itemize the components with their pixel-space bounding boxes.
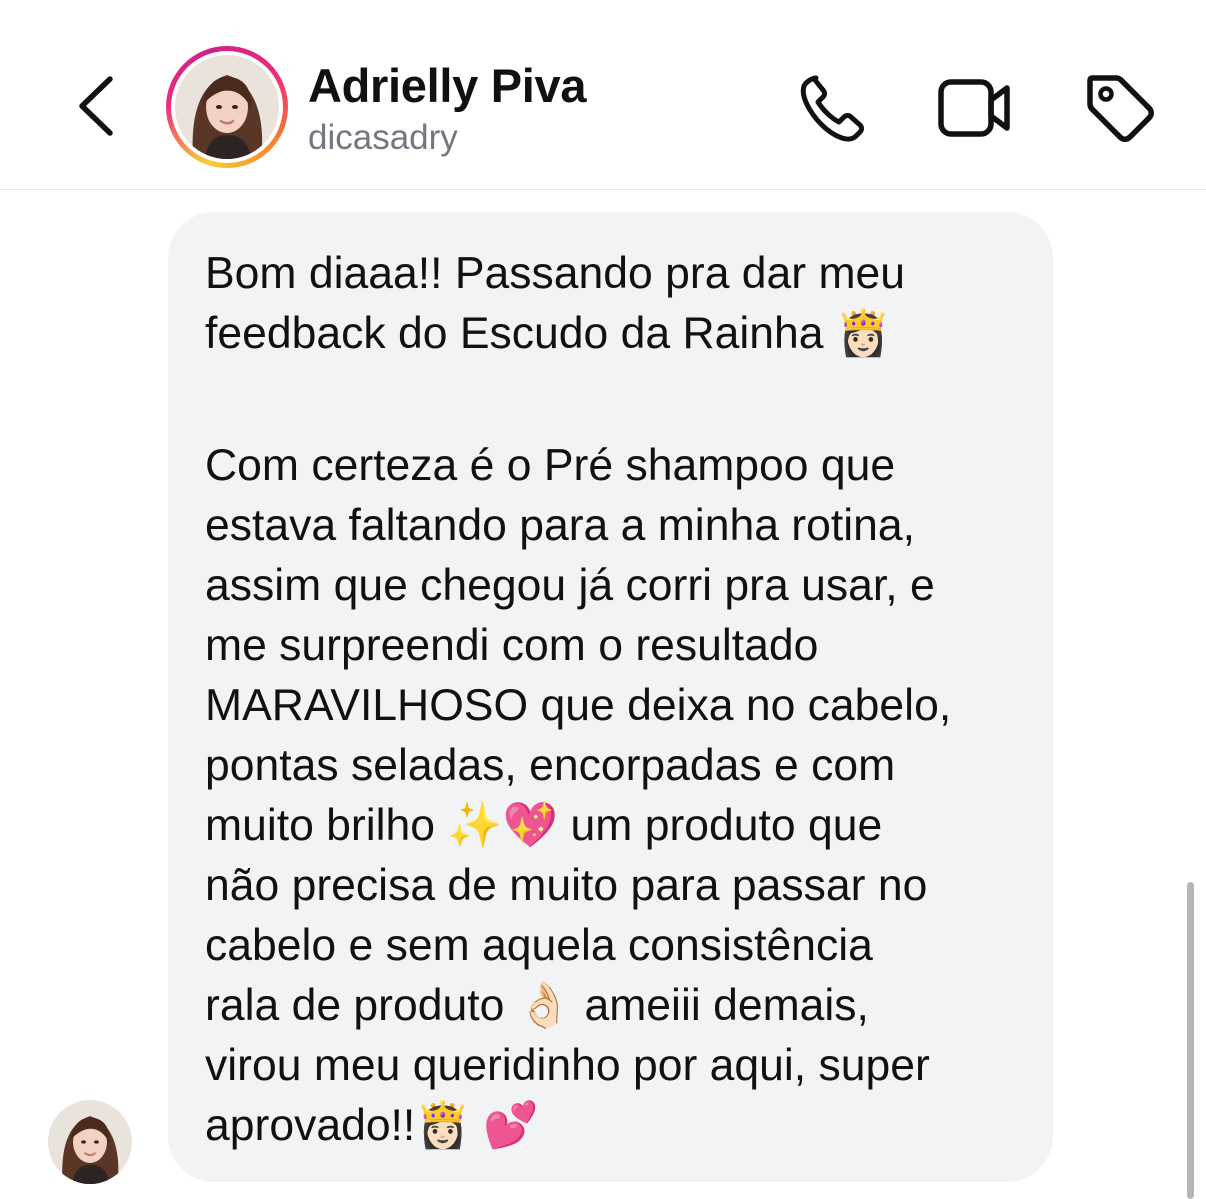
- profile-name[interactable]: Adrielly Piva: [308, 58, 587, 113]
- tag-icon: [1087, 75, 1154, 142]
- video-call-button[interactable]: [935, 68, 1015, 148]
- message-text-feedback: Com certeza é o Pré shampoo que estava f…: [205, 441, 952, 1150]
- audio-call-button[interactable]: [792, 68, 872, 148]
- tag-button[interactable]: [1080, 68, 1160, 148]
- video-camera-icon: [938, 79, 1010, 137]
- chevron-left-icon: [79, 76, 113, 136]
- message-text-greeting: Bom diaaa!! Passando pra dar meu feedbac…: [205, 249, 906, 358]
- scrollbar[interactable]: [1187, 882, 1194, 1199]
- avatar-ring-gap: [171, 51, 283, 163]
- profile-avatar[interactable]: [166, 46, 288, 168]
- chat-header: Adrielly Piva dicasadry: [0, 0, 1206, 190]
- profile-username[interactable]: dicasadry: [308, 118, 458, 158]
- message-bubble[interactable]: Bom diaaa!! Passando pra dar meu feedbac…: [168, 212, 1053, 1182]
- sender-avatar[interactable]: [48, 1100, 132, 1184]
- back-button[interactable]: [64, 66, 128, 146]
- avatar-photo: [175, 55, 279, 159]
- phone-icon: [800, 75, 864, 142]
- direct-message-screen: Adrielly Piva dicasadry Bom diaaa!! Pass…: [0, 0, 1206, 1199]
